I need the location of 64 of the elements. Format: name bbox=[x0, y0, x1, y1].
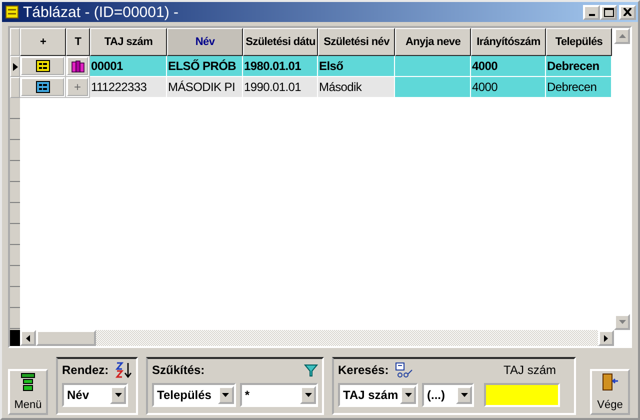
window-title: Táblázat - (ID=00001) - bbox=[23, 4, 178, 20]
menu-icon bbox=[21, 373, 35, 391]
maximize-button[interactable] bbox=[600, 4, 617, 20]
books-icon bbox=[70, 60, 84, 72]
column-header[interactable]: TAJ szám bbox=[90, 28, 167, 56]
operator-dropdown[interactable]: (...) bbox=[422, 383, 474, 407]
minimize-button[interactable] bbox=[583, 4, 600, 20]
close-icon bbox=[623, 8, 632, 16]
filter-icon bbox=[304, 364, 318, 376]
books-button[interactable] bbox=[67, 57, 88, 75]
table-cell: Első bbox=[318, 56, 395, 77]
down-arrow-icon bbox=[618, 320, 626, 324]
table-cell: 4000 bbox=[471, 56, 546, 77]
table-cell: 4000 bbox=[471, 77, 546, 98]
table-cell: 1990.01.01 bbox=[243, 77, 318, 98]
table-cell: Debrecen bbox=[546, 77, 612, 98]
up-arrow-icon bbox=[618, 34, 626, 38]
minimize-icon bbox=[588, 14, 594, 16]
dropdown-arrow-icon bbox=[404, 393, 412, 397]
search-field-caption: TAJ szám bbox=[504, 363, 556, 377]
scroll-thumb[interactable] bbox=[36, 330, 96, 346]
exit-door-icon bbox=[602, 373, 618, 391]
table-cell: ELSŐ PRÓB bbox=[167, 56, 243, 77]
column-header[interactable]: T bbox=[66, 28, 90, 56]
record-button[interactable] bbox=[21, 57, 64, 75]
search-label: Keresés: bbox=[338, 363, 389, 377]
vertical-scrollbar[interactable] bbox=[614, 28, 630, 330]
dropdown-arrow-icon bbox=[114, 393, 122, 397]
table-cell: Debrecen bbox=[546, 56, 612, 77]
value-dropdown[interactable]: * bbox=[240, 383, 318, 407]
find-icon bbox=[394, 362, 413, 378]
dropdown-arrow-icon bbox=[304, 393, 312, 397]
row-indicator[interactable] bbox=[10, 56, 20, 77]
table-cell: Második bbox=[318, 77, 395, 98]
left-arrow-icon bbox=[26, 334, 30, 342]
exit-button[interactable]: Vége bbox=[590, 369, 630, 415]
field-dropdown[interactable]: Település bbox=[152, 383, 236, 407]
close-button[interactable] bbox=[619, 4, 636, 20]
column-header[interactable]: Település bbox=[546, 28, 612, 56]
search-field-dropdown[interactable]: TAJ szám bbox=[338, 383, 418, 407]
table-cell: 1980.01.01 bbox=[243, 56, 318, 77]
column-header[interactable]: + bbox=[20, 28, 66, 56]
column-header[interactable]: Születési név bbox=[318, 28, 395, 56]
table-cell: 00001 bbox=[90, 56, 167, 77]
column-header[interactable]: Anyja neve bbox=[395, 28, 471, 56]
dropdown-arrow-icon bbox=[460, 393, 468, 397]
right-arrow-icon bbox=[604, 334, 608, 342]
horizontal-scrollbar[interactable] bbox=[10, 330, 630, 346]
current-row-icon bbox=[12, 62, 18, 70]
dropdown-arrow-icon bbox=[222, 393, 230, 397]
column-header[interactable]: Születési dátu bbox=[243, 28, 318, 56]
record-button[interactable] bbox=[21, 78, 64, 96]
sort-label: Rendez: bbox=[62, 363, 109, 377]
column-header[interactable]: Irányítószám bbox=[471, 28, 546, 56]
table-cell: MÁSODIK PI bbox=[167, 77, 243, 98]
table-icon bbox=[4, 4, 20, 20]
menu-button[interactable]: Menü bbox=[8, 369, 48, 415]
add-button[interactable]: + bbox=[67, 78, 88, 96]
column-header[interactable]: Név bbox=[167, 28, 243, 56]
maximize-icon bbox=[604, 8, 614, 16]
table-cell: 111222333 bbox=[90, 77, 167, 98]
filter-label: Szűkítés: bbox=[152, 363, 205, 377]
search-input[interactable] bbox=[484, 383, 560, 407]
sort-dropdown[interactable]: Név bbox=[62, 383, 128, 407]
